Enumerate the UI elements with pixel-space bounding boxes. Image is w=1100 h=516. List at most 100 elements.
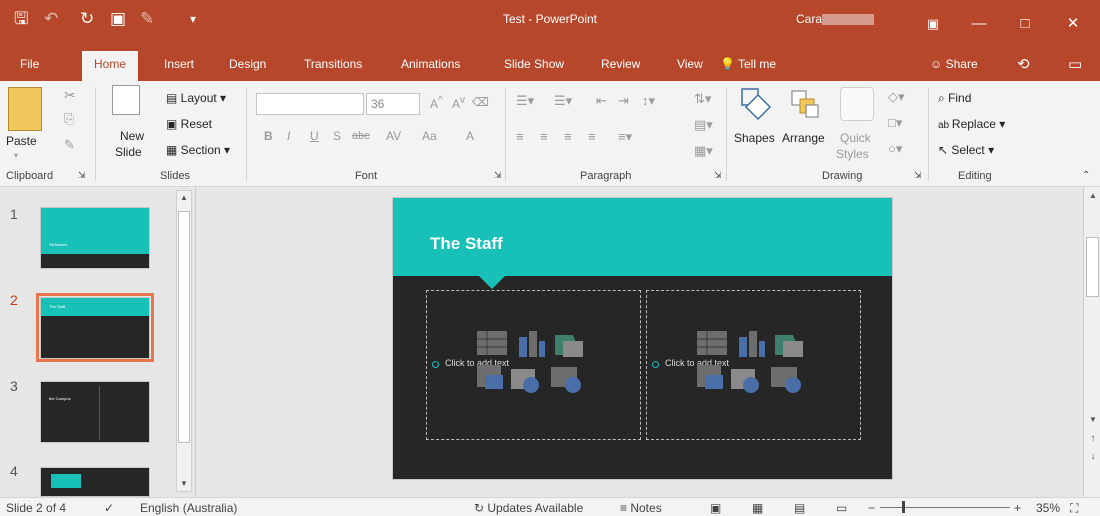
slide-thumbnail-4[interactable] [40,467,150,497]
zoom-in-icon[interactable]: + [1014,501,1021,515]
new-slide-button[interactable]: New [120,129,144,143]
maximize-icon[interactable]: □ [1002,0,1048,47]
font-size-combo[interactable]: 36 [366,93,420,115]
zoom-out-icon[interactable]: − [868,501,875,515]
notes-button[interactable]: ≡ Notes [620,501,662,515]
numbering-icon[interactable]: ☰▾ [554,93,572,109]
replace-button[interactable]: ab Replace ▾ [938,117,1005,131]
bold-button[interactable]: B [264,129,273,143]
zoom-slider[interactable] [880,507,1010,508]
slide-sorter-icon[interactable]: ▦ [752,501,763,515]
slideshow-view-icon[interactable]: ▭ [836,501,847,515]
underline-button[interactable]: U [310,129,319,143]
font-name-combo[interactable] [256,93,364,115]
paragraph-launcher-icon[interactable]: ⇲ [714,170,722,181]
scroll-up-icon[interactable]: ▲ [177,193,191,202]
thumbnails-scrollbar[interactable]: ▲ ▼ [176,190,192,492]
italic-button[interactable]: I [287,129,290,143]
ribbon-display-icon[interactable]: ▣ [910,0,956,47]
change-case-button[interactable]: Aa [422,129,437,143]
paste-icon[interactable] [8,87,42,131]
history-icon[interactable]: ⟲ [1017,55,1030,73]
zoom-slider-knob[interactable] [902,501,905,513]
scroll-up-icon[interactable]: ▲ [1086,191,1100,200]
slide-scrollbar[interactable]: ▲ ▼ ↑ ↓ [1083,187,1100,497]
insert-content-icons[interactable] [477,331,587,401]
strikethrough-button[interactable]: abc [352,130,370,142]
select-button[interactable]: ↖ Select ▾ [938,143,994,157]
shapes-button[interactable]: Shapes [734,131,775,145]
zoom-level[interactable]: 35% [1036,501,1060,515]
shape-effects-icon[interactable]: ○▾ [888,141,902,157]
share-button[interactable]: ☺ Share [930,57,978,71]
paste-button[interactable]: Paste [6,134,37,148]
align-text-icon[interactable]: ▤▾ [694,117,713,133]
tab-animations[interactable]: Animations [401,57,460,71]
smartart-icon[interactable]: ▦▾ [694,143,713,159]
tab-transitions[interactable]: Transitions [304,57,362,71]
line-spacing-icon[interactable]: ↕▾ [642,93,655,109]
scroll-down-icon[interactable]: ▼ [1086,415,1100,424]
character-spacing-button[interactable]: AV [386,129,401,143]
language-label[interactable]: English (Australia) [140,501,237,515]
content-placeholder-left[interactable]: Click to add text [426,290,641,440]
shape-fill-icon[interactable]: ◇▾ [888,89,905,105]
current-slide[interactable]: The Staff Click to add text Click to add… [392,197,893,480]
new-slide-button-line2[interactable]: Slide [115,145,142,159]
close-icon[interactable]: ✕ [1050,0,1096,47]
copy-icon[interactable]: ⎘ [64,111,74,127]
collapse-ribbon-icon[interactable]: ⌃ [1082,170,1090,181]
columns-icon[interactable]: ≡▾ [618,129,632,145]
decrease-indent-icon[interactable]: ⇤ [596,93,607,109]
reset-button[interactable]: ▣ Reset [166,117,212,131]
clipboard-launcher-icon[interactable]: ⇲ [78,170,86,181]
align-center-icon[interactable]: ≡ [540,129,548,144]
align-left-icon[interactable]: ≡ [516,129,524,144]
tab-file[interactable]: File [20,57,39,71]
insert-content-icons[interactable] [697,331,807,401]
clear-formatting-icon[interactable]: ⌫ [472,95,489,109]
slide-thumbnail-3[interactable]: the Campus [40,381,150,443]
updates-button[interactable]: ↻ Updates Available [474,501,583,515]
tab-view[interactable]: View [677,57,703,71]
format-painter-icon[interactable]: ✎ [64,137,75,153]
layout-button[interactable]: ▤ Layout ▾ [166,91,226,105]
increase-indent-icon[interactable]: ⇥ [618,93,629,109]
arrange-button[interactable]: Arrange [782,131,825,145]
shadow-button[interactable]: S [333,129,341,143]
cut-icon[interactable]: ✂ [64,87,76,104]
bullets-icon[interactable]: ☰▾ [516,93,534,109]
previous-slide-icon[interactable]: ↑ [1086,433,1100,444]
quick-styles-icon[interactable] [840,87,874,121]
tab-home[interactable]: Home [82,51,139,81]
minimize-icon[interactable]: — [956,0,1002,47]
spelling-icon[interactable]: ✓ [104,501,114,515]
shape-outline-icon[interactable]: □▾ [888,115,902,131]
justify-icon[interactable]: ≡ [588,129,596,144]
font-color-button[interactable]: A [466,129,474,143]
arrange-icon[interactable] [788,87,822,121]
paste-dropdown-icon[interactable]: ▾ [14,151,18,160]
scrollbar-thumb[interactable] [1086,237,1099,297]
next-slide-icon[interactable]: ↓ [1086,451,1100,462]
slide-thumbnail-2[interactable]: The Staff [40,297,150,359]
tab-insert[interactable]: Insert [164,57,194,71]
user-name[interactable]: Cara [796,12,822,26]
slide-title[interactable]: The Staff [430,234,503,254]
find-button[interactable]: ⌕ Find [938,91,971,106]
comments-icon[interactable]: ▭ [1068,55,1082,73]
quick-styles-button[interactable]: Quick [840,131,871,145]
grow-font-button[interactable]: A^ [430,95,443,111]
section-button[interactable]: ▦ Section ▾ [166,143,230,157]
scrollbar-thumb[interactable] [178,211,190,443]
normal-view-icon[interactable]: ▣ [710,501,721,515]
quick-styles-button-line2[interactable]: Styles [836,147,869,161]
reading-view-icon[interactable]: ▤ [794,501,805,515]
content-placeholder-right[interactable]: Click to add text [646,290,861,440]
tab-slide-show[interactable]: Slide Show [504,57,564,71]
drawing-launcher-icon[interactable]: ⇲ [914,170,922,181]
fit-to-window-icon[interactable]: ⛶ [1070,501,1078,516]
scroll-down-icon[interactable]: ▼ [177,479,191,488]
slide-thumbnail-1[interactable]: Slideshow [40,207,150,269]
text-direction-icon[interactable]: ⇅▾ [694,91,711,107]
